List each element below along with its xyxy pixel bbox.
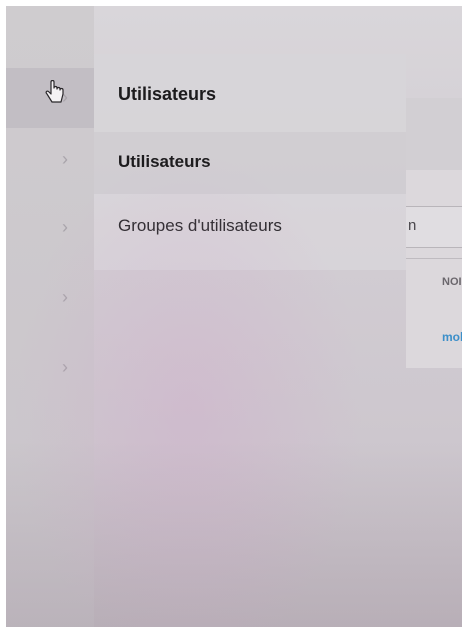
background-content-panel: n NOI mol [406, 98, 462, 368]
menu-item-label: Groupes d'utilisateurs [118, 216, 282, 235]
divider [406, 258, 462, 259]
chevron-right-icon: › [62, 217, 68, 237]
flyout-title: Utilisateurs [118, 84, 217, 104]
search-input-value: n [408, 217, 417, 234]
sidebar-item[interactable]: › [6, 338, 94, 398]
chevron-right-icon: › [62, 149, 68, 169]
screen-photo: › › › › › Utilisateurs Utilisateurs Grou… [6, 6, 462, 627]
users-flyout-menu: Utilisateurs Utilisateurs Groupes d'util… [94, 54, 406, 270]
chevron-right-icon: › [62, 287, 68, 307]
column-header-name[interactable]: NOI [442, 276, 462, 288]
panel-header [406, 98, 462, 170]
flyout-header: Utilisateurs [94, 54, 406, 132]
sidebar-item[interactable]: › [6, 198, 94, 258]
chevron-right-icon: › [62, 357, 68, 377]
menu-item-users[interactable]: Utilisateurs [94, 132, 406, 194]
menu-item-user-groups[interactable]: Groupes d'utilisateurs [94, 196, 406, 258]
sidebar-item[interactable]: › [6, 130, 94, 190]
sidebar-item[interactable]: › [6, 268, 94, 328]
hand-pointer-cursor-icon [45, 80, 64, 103]
sidebar-gutter: › › › › › [6, 6, 94, 627]
menu-item-label: Utilisateurs [118, 152, 211, 171]
row-link[interactable]: mol [442, 330, 462, 344]
search-input[interactable]: n [406, 206, 462, 248]
